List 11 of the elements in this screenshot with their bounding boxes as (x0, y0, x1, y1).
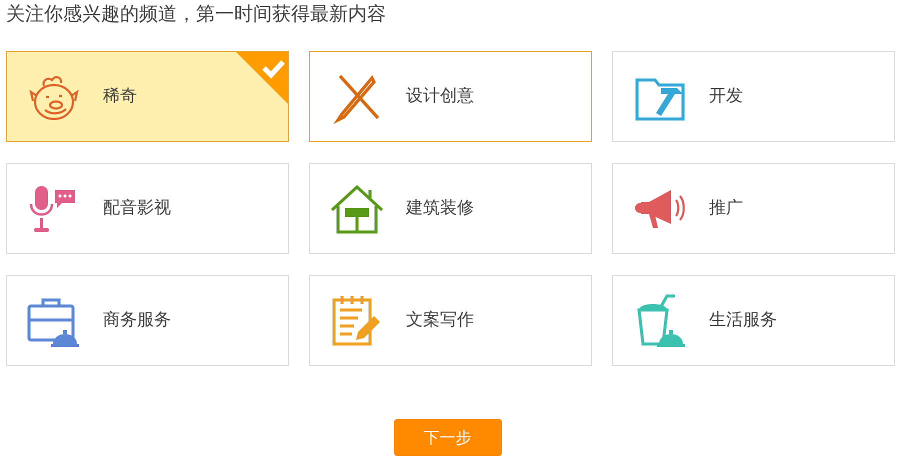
channel-card[interactable]: 建筑装修 (309, 163, 592, 254)
page-heading: 关注你感兴趣的频道，第一时间获得最新内容 (6, 2, 387, 27)
channel-card[interactable]: 配音影视 (6, 163, 289, 254)
channel-card[interactable]: 生活服务 (612, 275, 895, 366)
check-icon (236, 52, 288, 104)
channel-card[interactable]: 商务服务 (6, 275, 289, 366)
channel-card[interactable]: 文案写作 (309, 275, 592, 366)
channel-card[interactable]: 稀奇 (6, 51, 289, 142)
channel-card[interactable]: 开发 (612, 51, 895, 142)
channel-card[interactable]: 推广 (612, 163, 895, 254)
channel-card[interactable]: 设计创意 (309, 51, 592, 142)
